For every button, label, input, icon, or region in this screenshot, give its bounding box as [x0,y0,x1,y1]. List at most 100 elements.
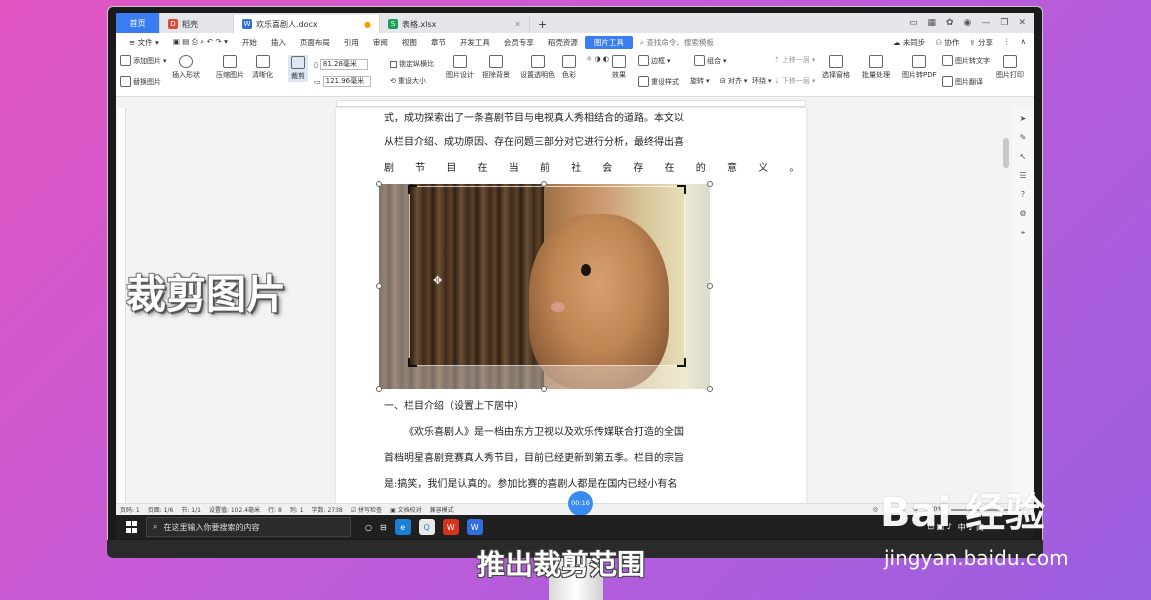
compress-button[interactable]: 压缩图片 [216,55,244,80]
translate-button[interactable]: 图片翻译 [942,76,983,87]
resize-handle-br[interactable] [707,386,713,392]
adjust-icons[interactable]: ☼ ◑ ◐ [586,55,609,63]
menu-view[interactable]: 视图 [395,37,424,48]
tab-home[interactable]: 首页 [116,13,160,33]
resize-handle-t[interactable] [541,181,547,187]
avatar[interactable]: ◉ [964,18,972,28]
wrap-button[interactable]: 环绕 ▾ [752,76,772,86]
scroll-thumb[interactable] [1003,138,1009,168]
tab-sheet[interactable]: S 表格.xlsx ✕ [380,15,530,33]
collapse-icon[interactable]: ∧ [1021,37,1027,48]
horizontal-ruler[interactable] [116,98,1034,108]
batch-button[interactable]: 批量处理 [862,55,890,80]
menu-picture-tools[interactable]: 图片工具 [584,35,633,49]
add-picture-button[interactable]: 添加图片 ▾ [120,55,167,66]
pen-icon[interactable]: ✎ [1020,133,1027,142]
remove-bg-button[interactable]: 抠除背景 [482,55,510,80]
help-icon[interactable]: ? [1021,190,1025,199]
height-field[interactable]: ▯ 81.28毫米 [314,59,368,70]
tools-icon[interactable]: ⚙ [1019,209,1026,218]
rotate-button[interactable]: 旋转 ▾ [690,76,710,86]
to-text-button[interactable]: 图片转文字 [942,55,990,66]
spell-check-button[interactable]: ☑ 拼写检查 [351,505,382,514]
select-pane-button[interactable]: 选择窗格 [822,55,850,80]
resize-handle-l[interactable] [376,283,382,289]
replace-picture-button[interactable]: 替换图片 [120,76,161,87]
eye-icon[interactable]: ◎ [873,506,878,514]
status-words[interactable]: 字数: 2738 [312,505,343,514]
tab-straw[interactable]: D 稻壳 [160,15,234,33]
pointer-icon[interactable]: ↖ [1020,152,1027,161]
word-icon[interactable]: W [466,519,483,535]
plane-icon[interactable]: ➤ [1020,114,1027,123]
window-close-icon[interactable]: ✕ [1018,18,1026,28]
proof-button[interactable]: ▣ 文档校对 [390,505,422,514]
reset-size-button[interactable]: ⟲ 重设大小 [390,76,426,86]
menu-insert[interactable]: 插入 [264,37,293,48]
align-button[interactable]: ⊟ 对齐 ▾ [720,76,747,86]
vertical-scrollbar[interactable] [1002,108,1010,503]
menu-reference[interactable]: 引用 [337,37,366,48]
menu-resources[interactable]: 稻壳资源 [541,37,585,48]
up-layer-button[interactable]: ⇡ 上移一层 ▾ [774,55,815,65]
command-search[interactable]: ⌕ 查找命令、搜索模板 [633,37,721,48]
rabbit-picture[interactable]: ✥ [379,184,710,389]
task-view-icon[interactable]: ○ [365,523,372,532]
resize-handle-b[interactable] [541,386,547,392]
browser-icon[interactable]: Q [418,519,435,535]
quick-access-icons[interactable]: ▣ ▤ ⎙ ⌕ ↶ ↷ ▾ [166,37,235,47]
menu-start[interactable]: 开始 [235,37,264,48]
combine-button[interactable]: 组合 ▾ [694,55,727,66]
print-picture-button[interactable]: 图片打印 [996,55,1024,80]
tab-doc-dot-icon[interactable]: ● [364,20,371,29]
tab-doc[interactable]: W 欢乐喜剧人.docx ● [234,15,380,33]
picture-design-button[interactable]: 图片设计 [446,55,474,80]
document-page[interactable]: 式，成功探索出了一条喜剧节目与电视真人秀相结合的道路。本文以 从栏目介绍、成功原… [336,108,806,503]
windows-start-icon[interactable] [126,521,138,533]
width-field[interactable]: ▭ 121.96毫米 [314,76,371,87]
sync-button[interactable]: ☁ 未同步 [893,37,925,48]
location-icon[interactable]: ⌖ [1021,228,1026,238]
share-button[interactable]: ⇪ 分享 [969,37,993,48]
lock-ratio-checkbox[interactable]: 锁定纵横比 [390,59,434,69]
more-icon[interactable]: ⋮ [1003,37,1011,48]
reset-style-button[interactable]: 重设样式 [638,76,679,87]
menu-member[interactable]: 会员专享 [497,37,541,48]
vertical-ruler[interactable] [118,108,126,503]
crop-button[interactable]: 裁剪 [288,55,308,82]
sliders-icon[interactable]: ☰ [1019,171,1026,180]
layout-icon[interactable]: ▭ [909,18,918,28]
menu-chapter[interactable]: 章节 [424,37,453,48]
minimize-icon[interactable]: — [981,18,990,28]
border-button[interactable]: 边框 ▾ [638,55,671,66]
menu-layout[interactable]: 页面布局 [293,37,337,48]
sharpen-button[interactable]: 清晰化 [252,55,273,80]
crop-corner-br[interactable] [677,358,686,367]
task-switch-icon[interactable]: ⊟ [380,523,387,532]
resize-handle-tr[interactable] [707,181,713,187]
collab-button[interactable]: ⚇ 协作 [935,37,959,48]
menu-review[interactable]: 审阅 [366,37,395,48]
crop-region[interactable] [409,186,685,366]
effects-button[interactable]: 效果 [612,55,626,80]
grid-icon[interactable]: ▦ [927,18,936,28]
menu-file[interactable]: ≡ 文件 ▾ [122,37,166,48]
skin-icon[interactable]: ✿ [946,18,954,28]
resize-handle-tl[interactable] [376,181,382,187]
crop-corner-bl[interactable] [408,358,417,367]
edge-icon[interactable]: e [394,519,411,535]
close-icon[interactable]: ✕ [514,20,521,29]
down-layer-button[interactable]: ⇣ 下移一层 ▾ [774,76,815,86]
wps-icon[interactable]: W [442,519,459,535]
restore-icon[interactable]: ❐ [1000,18,1008,28]
insert-shape-button[interactable]: 插入形状 [172,55,200,80]
color-button[interactable]: 色彩 [562,55,576,80]
resize-handle-bl[interactable] [376,386,382,392]
to-pdf-button[interactable]: 图片转PDF [902,55,937,80]
new-tab-button[interactable]: + [530,15,555,33]
transparent-button[interactable]: 设置透明色 [520,55,555,80]
resize-handle-r[interactable] [707,283,713,289]
crop-corner-tl[interactable] [408,185,417,194]
crop-corner-tr[interactable] [677,185,686,194]
taskbar-search[interactable]: ⌕ 在这里输入你要搜索的内容 [146,517,351,537]
